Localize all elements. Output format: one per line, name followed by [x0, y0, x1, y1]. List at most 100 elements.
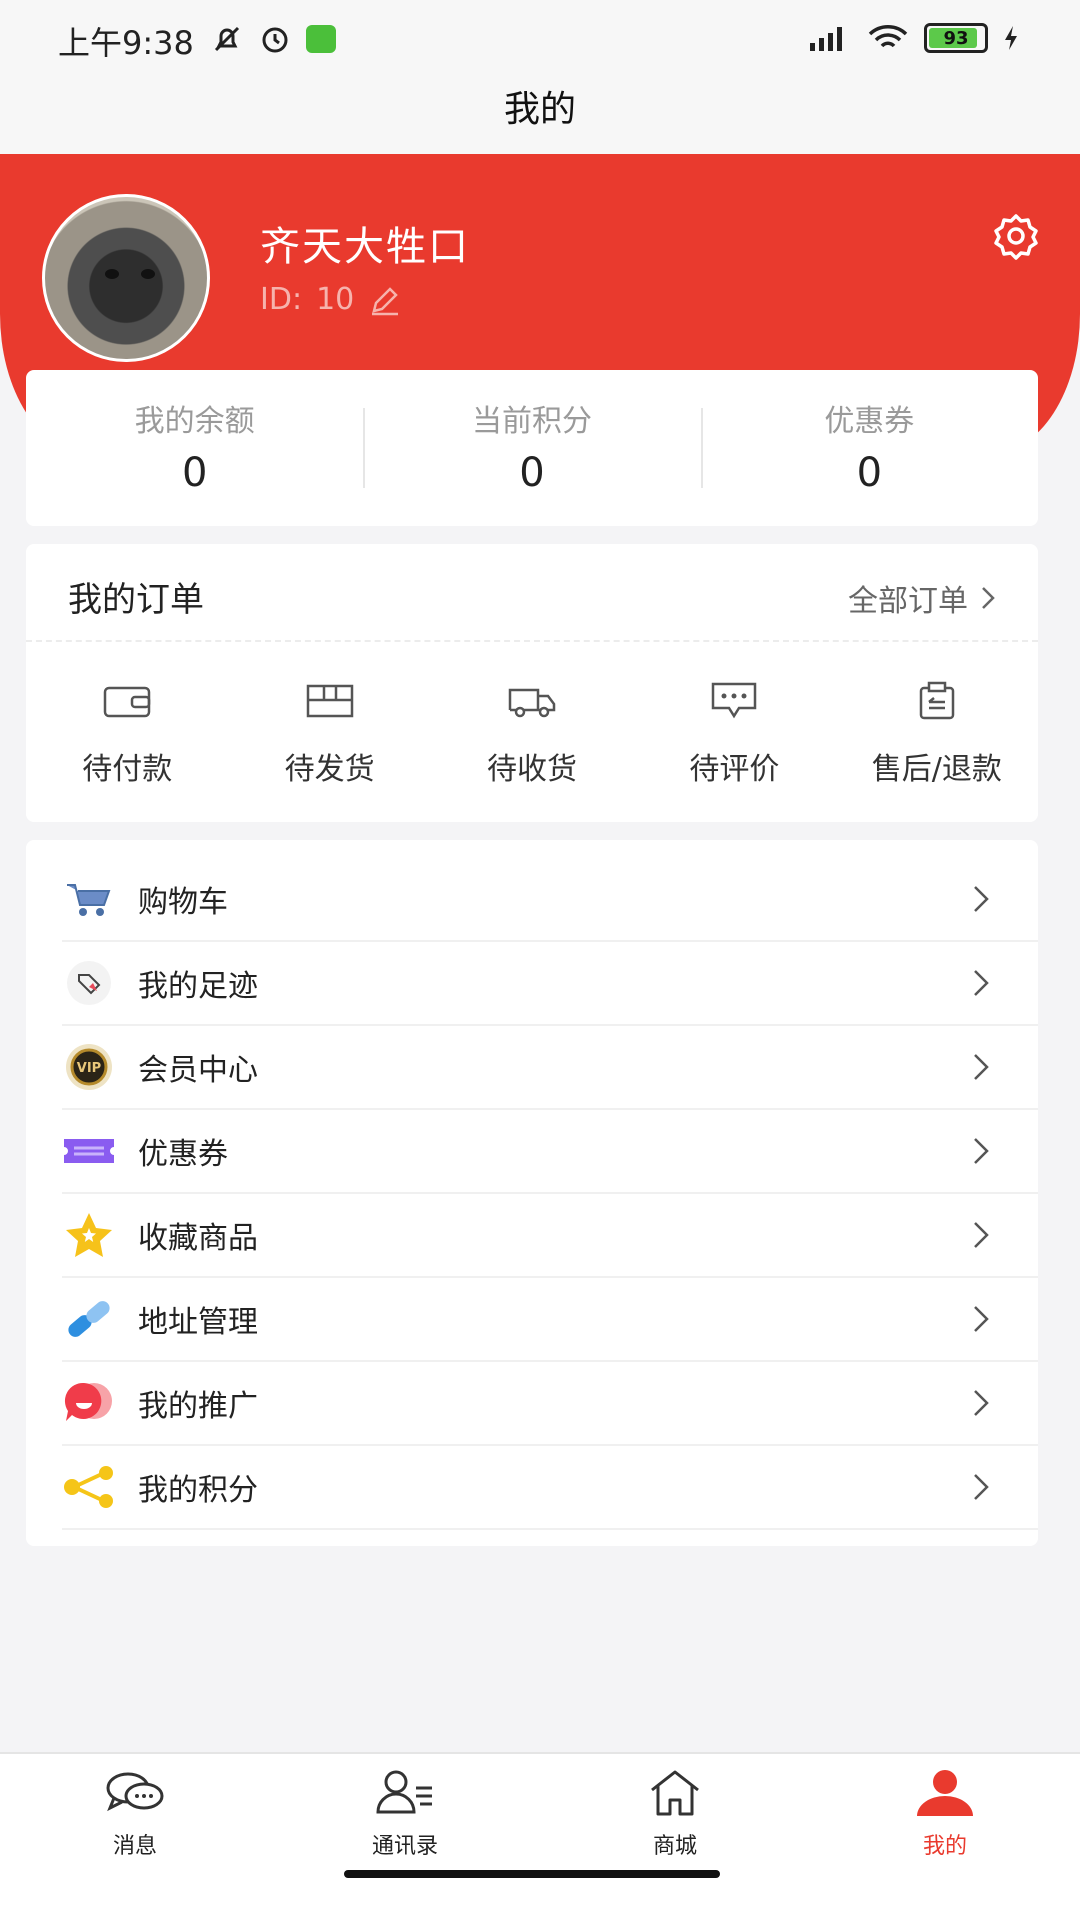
menu-item-vip[interactable]: VIP 会员中心	[62, 1026, 1038, 1110]
chevron-right-icon	[974, 1390, 989, 1416]
stat-value: 0	[856, 450, 883, 496]
menu-item-promotion[interactable]: 我的推广	[62, 1362, 1038, 1446]
avatar[interactable]	[42, 194, 210, 362]
status-time: 上午9:38	[58, 24, 194, 62]
menu-label: 我的足迹	[138, 969, 258, 1004]
settings-gear-icon[interactable]	[990, 210, 1042, 262]
order-after-sale[interactable]: 售后/退款	[836, 642, 1038, 822]
order-label: 售后/退款	[871, 752, 1002, 787]
chevron-right-icon	[974, 1222, 989, 1248]
menu-item-coupons[interactable]: 优惠券	[62, 1110, 1038, 1194]
order-pending-payment[interactable]: 待付款	[26, 642, 228, 822]
user-id-value: 10	[316, 282, 355, 317]
svg-text:VIP: VIP	[77, 1061, 101, 1076]
contacts-icon	[376, 1770, 432, 1814]
chevron-right-icon	[974, 1138, 989, 1164]
share-icon	[64, 1466, 113, 1508]
alarm-icon	[262, 27, 288, 53]
stat-label: 当前积分	[471, 404, 592, 439]
user-icon	[917, 1770, 973, 1816]
stat-balance[interactable]: 我的余额 0	[26, 370, 363, 526]
menu-item-address[interactable]: 地址管理	[62, 1278, 1038, 1362]
nav-label: 消息	[112, 1834, 157, 1859]
menu-label: 优惠券	[138, 1137, 228, 1172]
user-id-label: ID:	[260, 282, 303, 317]
wifi-icon	[868, 25, 908, 48]
chevron-right-icon	[974, 1054, 989, 1080]
battery-icon: 93	[924, 23, 988, 53]
all-orders-link[interactable]: 全部订单	[848, 576, 996, 620]
status-icons-right: 93	[806, 22, 1020, 54]
chevron-right-icon	[982, 587, 995, 609]
star-icon	[66, 1213, 112, 1257]
menu-label: 会员中心	[138, 1053, 258, 1088]
signal-icon	[810, 27, 842, 51]
edit-icon[interactable]	[368, 283, 402, 317]
menu-item-favorites[interactable]: 收藏商品	[62, 1194, 1038, 1278]
comment-icon	[712, 682, 757, 719]
menu-label: 我的积分	[138, 1473, 258, 1508]
order-label: 待发货	[284, 752, 375, 787]
link-icon	[68, 1301, 110, 1337]
app-notification-icon	[306, 25, 336, 53]
stats-card: 我的余额 0 当前积分 0 优惠券 0	[26, 370, 1038, 526]
nav-label: 通讯录	[371, 1834, 438, 1859]
menu-label: 我的推广	[138, 1389, 258, 1424]
username: 齐天大牲口	[260, 224, 470, 270]
stat-points[interactable]: 当前积分 0	[363, 370, 700, 526]
order-pending-review[interactable]: 待评价	[633, 642, 835, 822]
home-icon	[651, 1770, 699, 1816]
nav-label: 商城	[652, 1834, 697, 1859]
order-label: 待评价	[689, 752, 780, 787]
menu-item-cart[interactable]: 购物车	[62, 858, 1038, 942]
all-orders-label: 全部订单	[848, 584, 968, 619]
stat-label: 我的余额	[134, 404, 255, 439]
tag-icon	[67, 961, 111, 1005]
chevron-right-icon	[974, 970, 989, 996]
bottom-nav: 消息 通讯录 商城 我的	[0, 1752, 1080, 1920]
truck-icon	[508, 688, 556, 718]
order-pending-receipt[interactable]: 待收货	[431, 642, 633, 822]
menu-label: 收藏商品	[138, 1221, 258, 1256]
cart-icon	[67, 884, 111, 916]
menu-item-points[interactable]: 我的积分	[62, 1446, 1038, 1530]
page-title: 我的	[503, 89, 576, 130]
user-id: ID: 10	[260, 282, 402, 317]
stat-coupons[interactable]: 优惠券 0	[700, 370, 1038, 526]
charging-icon	[1005, 26, 1017, 50]
status-icons-left	[210, 22, 336, 56]
order-status-row: 待付款 待发货 待收货 待评价 售后/退款	[26, 642, 1038, 822]
chevron-right-icon	[974, 1474, 989, 1500]
nav-label: 我的	[922, 1834, 967, 1859]
nav-tab-mine[interactable]: 我的	[810, 1754, 1080, 1920]
menu-item-footprints[interactable]: 我的足迹	[62, 942, 1038, 1026]
ticket-icon	[64, 1139, 114, 1163]
orders-card: 我的订单 全部订单 待付款 待发货 待收货 待评价 售后/退款	[26, 544, 1038, 822]
nav-tab-contacts[interactable]: 通讯录	[270, 1754, 540, 1920]
order-label: 待付款	[82, 752, 173, 787]
message-icon	[106, 1772, 164, 1812]
menu-card: 购物车 我的足迹 VIP 会员中心 优惠券 收藏商品 地址管理 我的推广 我的积…	[26, 840, 1038, 1546]
stat-value: 0	[181, 450, 208, 496]
order-label: 待收货	[487, 752, 578, 787]
vip-icon: VIP	[66, 1044, 112, 1090]
order-pending-shipment[interactable]: 待发货	[228, 642, 430, 822]
orders-title: 我的订单	[68, 580, 204, 620]
home-indicator[interactable]	[344, 1870, 720, 1878]
nav-tab-messages[interactable]: 消息	[0, 1754, 270, 1920]
chevron-right-icon	[974, 886, 989, 912]
chat-bubble-icon	[64, 1382, 112, 1421]
nav-tab-mall[interactable]: 商城	[540, 1754, 810, 1920]
menu-label: 地址管理	[138, 1305, 258, 1340]
return-icon	[919, 681, 955, 720]
status-bar: 上午9:38 93	[0, 0, 1080, 80]
mute-bell-icon	[214, 26, 240, 52]
orders-header: 我的订单 全部订单	[26, 544, 1038, 642]
stat-label: 优惠券	[824, 404, 915, 439]
box-icon	[306, 684, 353, 718]
menu-label: 购物车	[138, 885, 228, 920]
page: 上午9:38 93 我的 齐天大牲口 ID: 10 我的余额 0 当前积分 0 …	[0, 0, 1080, 1920]
wallet-icon	[103, 686, 151, 718]
stat-value: 0	[519, 450, 545, 496]
title-bar: 我的	[0, 80, 1080, 154]
